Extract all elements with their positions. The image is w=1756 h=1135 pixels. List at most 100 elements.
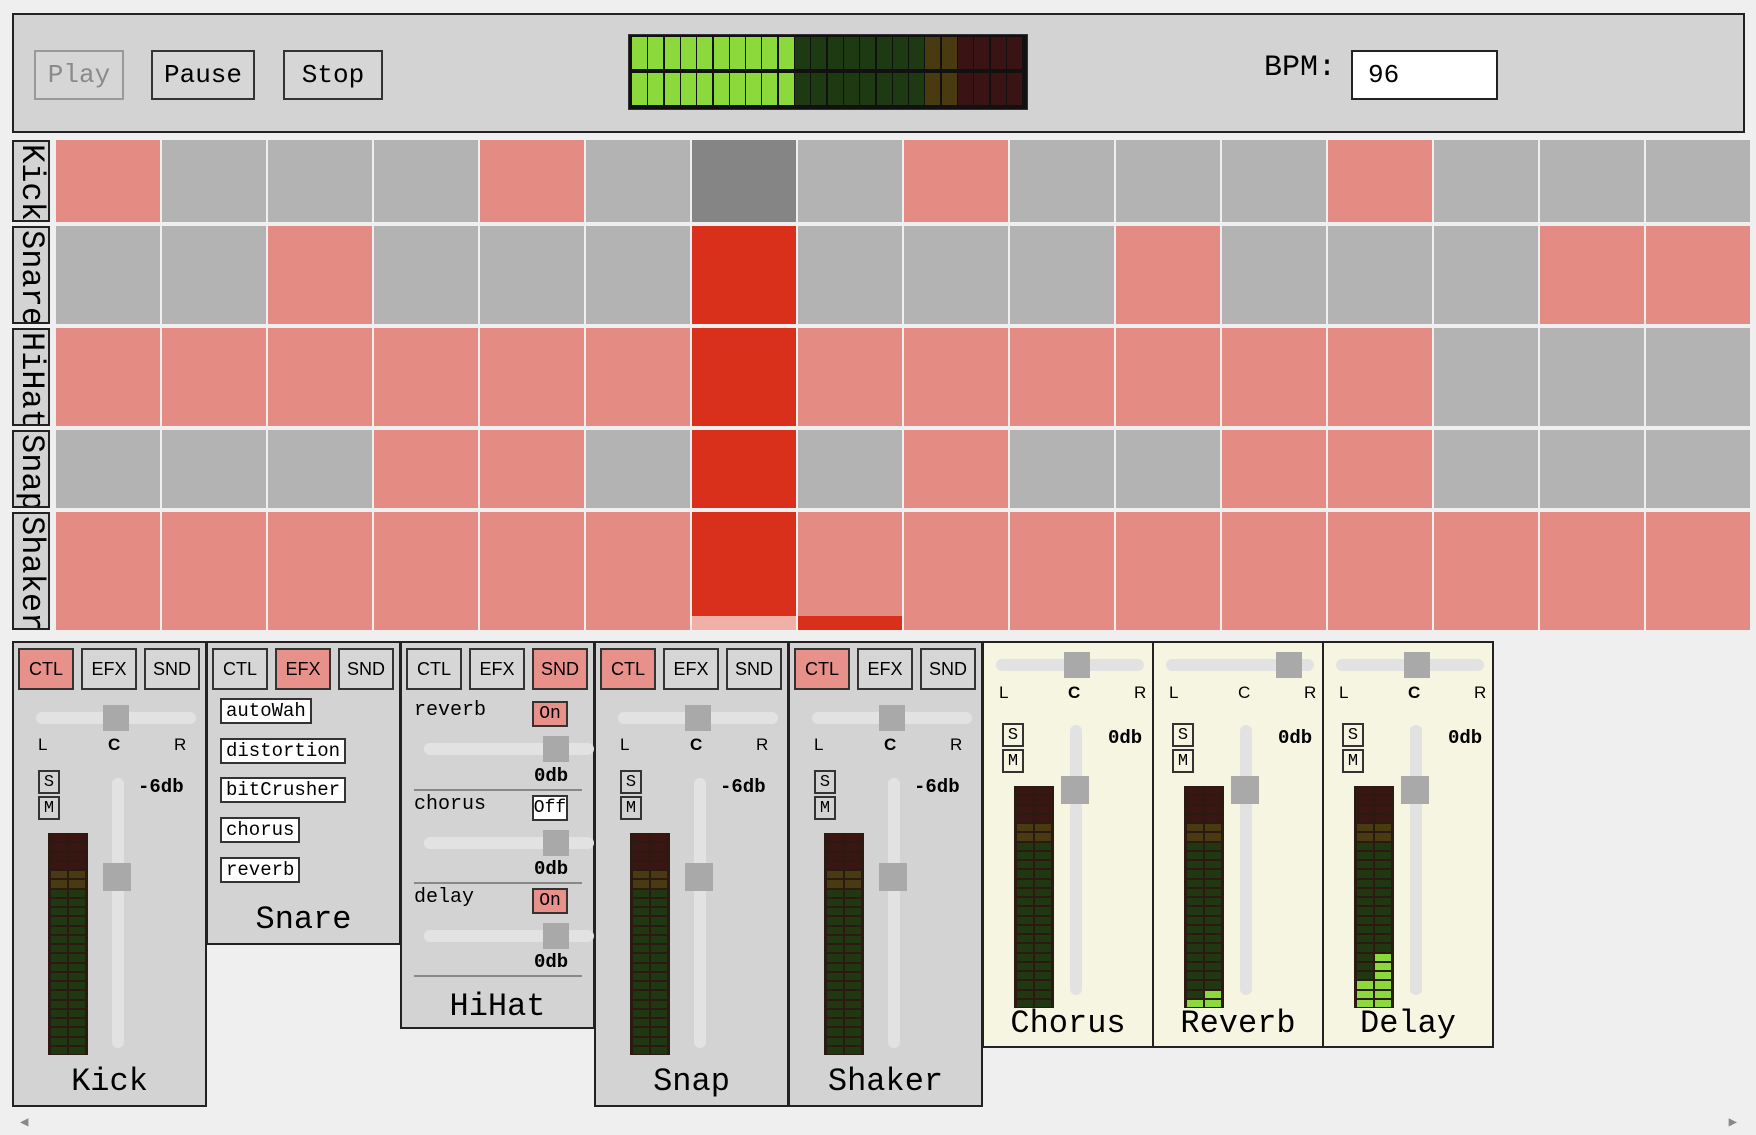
mute-button[interactable]: M bbox=[1342, 749, 1364, 773]
tab-ctl[interactable]: CTL bbox=[212, 648, 268, 690]
pause-button[interactable]: Pause bbox=[151, 50, 255, 100]
step-cell[interactable] bbox=[1010, 512, 1114, 630]
step-cell[interactable] bbox=[1434, 430, 1538, 508]
step-cell[interactable] bbox=[692, 226, 796, 324]
step-cell[interactable] bbox=[1434, 328, 1538, 426]
step-cell[interactable] bbox=[1328, 140, 1432, 222]
step-cell[interactable] bbox=[1010, 430, 1114, 508]
step-cell[interactable] bbox=[904, 140, 1008, 222]
step-cell[interactable] bbox=[374, 430, 478, 508]
step-cell[interactable] bbox=[904, 328, 1008, 426]
send-chorus-knob[interactable] bbox=[543, 830, 569, 856]
solo-button[interactable]: S bbox=[620, 770, 642, 794]
step-cell[interactable] bbox=[56, 140, 160, 222]
step-cell[interactable] bbox=[1222, 430, 1326, 508]
step-cell[interactable] bbox=[586, 226, 690, 324]
step-cell[interactable] bbox=[1540, 328, 1644, 426]
step-cell[interactable] bbox=[268, 328, 372, 426]
step-cell[interactable] bbox=[798, 328, 902, 426]
triangle-left-icon[interactable]: ◀ bbox=[20, 1114, 28, 1131]
solo-button[interactable]: S bbox=[38, 770, 60, 794]
pan-knob[interactable] bbox=[1064, 652, 1090, 678]
step-cell[interactable] bbox=[692, 328, 796, 426]
step-cell[interactable] bbox=[162, 430, 266, 508]
step-cell[interactable] bbox=[1328, 226, 1432, 324]
step-cell[interactable] bbox=[1222, 140, 1326, 222]
step-cell[interactable] bbox=[586, 512, 690, 630]
bpm-input[interactable]: 96 bbox=[1351, 50, 1498, 100]
step-cell[interactable] bbox=[798, 512, 902, 630]
tab-ctl[interactable]: CTL bbox=[18, 648, 74, 690]
volume-knob[interactable] bbox=[1231, 776, 1259, 804]
tab-ctl[interactable]: CTL bbox=[406, 648, 462, 690]
tab-snd[interactable]: SND bbox=[532, 648, 588, 690]
step-cell[interactable] bbox=[374, 226, 478, 324]
step-cell[interactable] bbox=[1328, 430, 1432, 508]
tab-snd[interactable]: SND bbox=[726, 648, 782, 690]
volume-slider[interactable] bbox=[1070, 725, 1082, 995]
step-cell[interactable] bbox=[480, 430, 584, 508]
step-cell[interactable] bbox=[56, 328, 160, 426]
step-cell[interactable] bbox=[1646, 140, 1750, 222]
step-cell[interactable] bbox=[162, 226, 266, 324]
step-cell[interactable] bbox=[1010, 140, 1114, 222]
step-cell[interactable] bbox=[904, 226, 1008, 324]
tab-snd[interactable]: SND bbox=[338, 648, 394, 690]
tab-snd[interactable]: SND bbox=[144, 648, 200, 690]
tab-ctl[interactable]: CTL bbox=[794, 648, 850, 690]
send-chorus-toggle[interactable]: Off bbox=[532, 795, 568, 821]
effect-bitcrusher-button[interactable]: bitCrusher bbox=[220, 777, 347, 803]
volume-knob[interactable] bbox=[685, 863, 713, 891]
effect-reverb-button[interactable]: reverb bbox=[220, 857, 301, 883]
step-cell[interactable] bbox=[374, 140, 478, 222]
step-cell[interactable] bbox=[480, 226, 584, 324]
tab-efx[interactable]: EFX bbox=[275, 648, 331, 690]
solo-button[interactable]: S bbox=[1172, 723, 1194, 747]
step-cell[interactable] bbox=[1540, 430, 1644, 508]
send-delay-toggle[interactable]: On bbox=[532, 888, 568, 914]
mute-button[interactable]: M bbox=[620, 796, 642, 820]
step-cell[interactable] bbox=[162, 512, 266, 630]
tab-snd[interactable]: SND bbox=[920, 648, 976, 690]
step-cell[interactable] bbox=[1116, 430, 1220, 508]
step-cell[interactable] bbox=[798, 226, 902, 324]
step-cell[interactable] bbox=[268, 512, 372, 630]
step-cell[interactable] bbox=[1434, 226, 1538, 324]
step-cell[interactable] bbox=[1540, 140, 1644, 222]
step-cell[interactable] bbox=[268, 226, 372, 324]
step-cell[interactable] bbox=[1116, 328, 1220, 426]
step-cell[interactable] bbox=[1646, 328, 1750, 426]
mute-button[interactable]: M bbox=[814, 796, 836, 820]
pan-knob[interactable] bbox=[103, 705, 129, 731]
step-cell[interactable] bbox=[1328, 512, 1432, 630]
effect-autowah-button[interactable]: autoWah bbox=[220, 698, 312, 724]
step-cell[interactable] bbox=[480, 140, 584, 222]
step-cell[interactable] bbox=[268, 140, 372, 222]
solo-button[interactable]: S bbox=[814, 770, 836, 794]
volume-slider[interactable] bbox=[112, 778, 124, 1048]
mute-button[interactable]: M bbox=[1172, 749, 1194, 773]
effect-chorus-button[interactable]: chorus bbox=[220, 817, 301, 843]
step-cell[interactable] bbox=[1222, 226, 1326, 324]
step-cell[interactable] bbox=[56, 512, 160, 630]
step-cell[interactable] bbox=[1222, 328, 1326, 426]
step-cell[interactable] bbox=[1540, 226, 1644, 324]
pan-knob[interactable] bbox=[1404, 652, 1430, 678]
step-cell[interactable] bbox=[1116, 512, 1220, 630]
step-cell[interactable] bbox=[162, 140, 266, 222]
horizontal-scrollbar[interactable]: ◀ ▶ bbox=[12, 1108, 1745, 1135]
tab-efx[interactable]: EFX bbox=[469, 648, 525, 690]
solo-button[interactable]: S bbox=[1342, 723, 1364, 747]
tab-ctl[interactable]: CTL bbox=[600, 648, 656, 690]
tab-efx[interactable]: EFX bbox=[857, 648, 913, 690]
step-cell[interactable] bbox=[798, 140, 902, 222]
step-cell[interactable] bbox=[1646, 512, 1750, 630]
pan-knob[interactable] bbox=[685, 705, 711, 731]
volume-slider[interactable] bbox=[694, 778, 706, 1048]
step-cell[interactable] bbox=[480, 328, 584, 426]
step-cell[interactable] bbox=[1010, 226, 1114, 324]
volume-slider[interactable] bbox=[888, 778, 900, 1048]
volume-knob[interactable] bbox=[103, 863, 131, 891]
step-cell[interactable] bbox=[480, 512, 584, 630]
send-delay-knob[interactable] bbox=[543, 923, 569, 949]
